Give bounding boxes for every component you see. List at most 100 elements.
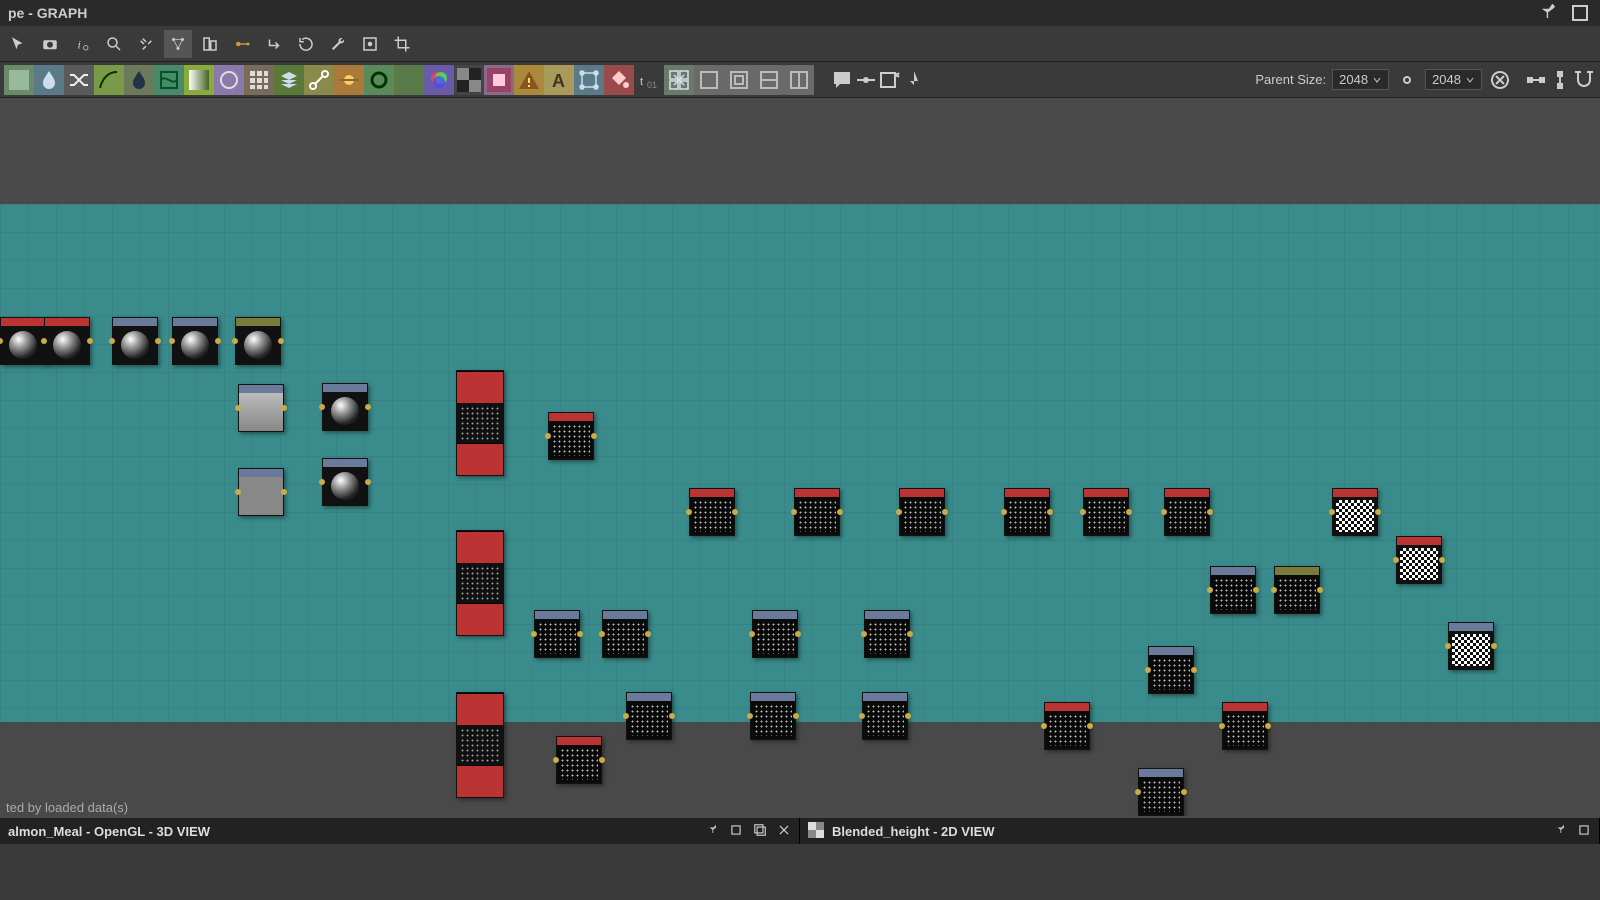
text-a-node-icon[interactable]: A [544, 65, 574, 95]
graph-node[interactable] [1004, 488, 1050, 536]
comment-icon[interactable] [830, 68, 854, 92]
graph-node[interactable] [1083, 488, 1129, 536]
blend-node-icon[interactable] [334, 65, 364, 95]
graph-node[interactable] [238, 384, 284, 432]
parent-width-select[interactable]: 2048 [1332, 69, 1389, 90]
graph-node[interactable] [1274, 566, 1320, 614]
graph-node[interactable] [626, 692, 672, 740]
reset-size-icon[interactable] [1488, 68, 1512, 92]
graph-node[interactable] [794, 488, 840, 536]
link-size-icon[interactable] [1395, 68, 1419, 92]
cursor-tool-icon[interactable] [4, 30, 32, 58]
warning-node-icon[interactable] [514, 65, 544, 95]
graph-node[interactable] [862, 692, 908, 740]
split-node-icon[interactable] [304, 65, 334, 95]
maximize-icon[interactable] [1568, 1, 1592, 25]
graph-node[interactable] [750, 692, 796, 740]
ring-node-icon[interactable] [364, 65, 394, 95]
droplet-node-icon[interactable] [124, 65, 154, 95]
graph-node[interactable] [456, 530, 504, 636]
graph-node[interactable] [44, 317, 90, 365]
graph-node[interactable] [112, 317, 158, 365]
align-icon[interactable] [196, 30, 224, 58]
graph-node[interactable] [1222, 702, 1268, 750]
link-horiz-icon[interactable] [1524, 68, 1548, 92]
graph-node[interactable] [1332, 488, 1378, 536]
maximize-icon[interactable] [753, 823, 767, 840]
graph-node[interactable] [238, 468, 284, 516]
svg-text:t: t [640, 76, 643, 88]
close-icon[interactable] [777, 823, 791, 840]
tool-a2-icon[interactable] [724, 65, 754, 95]
tool-a4-icon[interactable] [784, 65, 814, 95]
graph-node[interactable] [0, 317, 46, 365]
histogram-node-icon[interactable] [394, 65, 424, 95]
graph-canvas[interactable] [0, 98, 1600, 816]
graph-node[interactable] [1148, 646, 1194, 694]
wrench-icon[interactable] [324, 30, 352, 58]
graph-node[interactable] [602, 610, 648, 658]
frame-icon[interactable] [356, 30, 384, 58]
graph-node[interactable] [534, 610, 580, 658]
graph-node[interactable] [456, 370, 504, 476]
circle-node-icon[interactable] [214, 65, 244, 95]
snap-icon[interactable] [1572, 68, 1596, 92]
pin-dot-icon[interactable] [854, 68, 878, 92]
zoom-icon[interactable] [100, 30, 128, 58]
graph-node[interactable] [1044, 702, 1090, 750]
checker-node-icon[interactable] [454, 65, 484, 95]
refresh-icon[interactable] [292, 30, 320, 58]
parent-height-select[interactable]: 2048 [1425, 69, 1482, 90]
purple-a-node-icon[interactable] [484, 65, 514, 95]
info-icon[interactable]: i [68, 30, 96, 58]
tool-a1-icon[interactable] [694, 65, 724, 95]
pin-icon[interactable] [1553, 823, 1567, 840]
graph-node[interactable] [548, 412, 594, 460]
pin-icon[interactable] [1534, 1, 1558, 25]
fit-icon[interactable] [132, 30, 160, 58]
graph-node[interactable] [235, 317, 281, 365]
graph-node[interactable] [556, 736, 602, 784]
liquid-node-icon[interactable] [34, 65, 64, 95]
graph-frame[interactable] [0, 204, 1600, 722]
tool-a3-icon[interactable] [754, 65, 784, 95]
tile-node-icon[interactable] [664, 65, 694, 95]
crop-icon[interactable] [388, 30, 416, 58]
shuffle-node-icon[interactable] [64, 65, 94, 95]
uniform-color-node-icon[interactable] [4, 65, 34, 95]
grid-node-icon[interactable] [244, 65, 274, 95]
graph-node[interactable] [322, 383, 368, 431]
transform-node-icon[interactable] [574, 65, 604, 95]
graph-node[interactable] [752, 610, 798, 658]
restore-icon[interactable] [729, 823, 743, 840]
pin-icon[interactable] [705, 823, 719, 840]
rgbsplit-node-icon[interactable] [424, 65, 454, 95]
graph-node[interactable] [172, 317, 218, 365]
camera-icon[interactable] [36, 30, 64, 58]
text01-node-icon[interactable]: t01 [634, 65, 664, 95]
graph-node[interactable] [1448, 622, 1494, 670]
graph-node[interactable] [689, 488, 735, 536]
panel-tab-2d-view[interactable]: Blended_height - 2D VIEW [800, 818, 1600, 844]
graph-node[interactable] [1138, 768, 1184, 816]
graph-node[interactable] [456, 692, 504, 798]
link-vert-icon[interactable] [1548, 68, 1572, 92]
arrow-angle-icon[interactable] [260, 30, 288, 58]
curve-node-icon[interactable] [94, 65, 124, 95]
graph-node[interactable] [1164, 488, 1210, 536]
bucket-node-icon[interactable] [604, 65, 634, 95]
stack-node-icon[interactable] [274, 65, 304, 95]
marker-icon[interactable] [902, 68, 926, 92]
graph-node[interactable] [1396, 536, 1442, 584]
graph-layout-icon[interactable] [164, 30, 192, 58]
graph-node[interactable] [899, 488, 945, 536]
card-x-icon[interactable] [878, 68, 902, 92]
gradient-node-icon[interactable] [184, 65, 214, 95]
restore-icon[interactable] [1577, 823, 1591, 840]
panel-tab-3d-view[interactable]: almon_Meal - OpenGL - 3D VIEW [0, 818, 800, 844]
graph-node[interactable] [864, 610, 910, 658]
graph-node[interactable] [1210, 566, 1256, 614]
graph-node[interactable] [322, 458, 368, 506]
connector-dot-icon[interactable] [228, 30, 256, 58]
warp-node-icon[interactable] [154, 65, 184, 95]
